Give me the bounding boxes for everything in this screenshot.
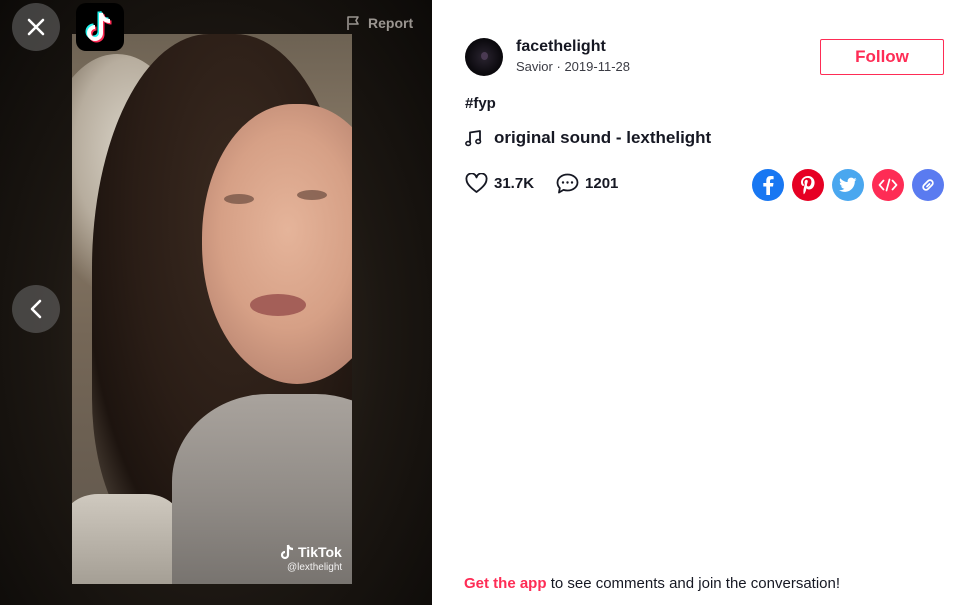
follow-button[interactable]: Follow xyxy=(820,39,944,75)
comment-icon xyxy=(556,173,579,194)
video-player[interactable] xyxy=(72,34,352,584)
author-avatar[interactable] xyxy=(465,38,503,76)
close-button[interactable] xyxy=(12,3,60,51)
get-app-banner: Get the app to see comments and join the… xyxy=(464,575,840,592)
embed-code-icon xyxy=(878,178,898,192)
pinterest-share[interactable] xyxy=(792,169,824,201)
video-watermark: TikTok @lexthelight xyxy=(280,544,342,573)
tiktok-logo-icon xyxy=(85,11,112,43)
hashtag-link[interactable]: #fyp xyxy=(465,95,496,112)
music-title: original sound - lexthelight xyxy=(494,128,712,147)
music-note-icon xyxy=(465,129,482,146)
like-button[interactable]: 31.7K xyxy=(465,173,534,194)
heart-icon xyxy=(465,173,488,193)
report-button[interactable]: Report xyxy=(346,15,413,31)
facebook-icon xyxy=(763,176,774,195)
get-app-message: to see comments and join the conversatio… xyxy=(550,575,841,592)
close-icon xyxy=(27,18,45,36)
facebook-share[interactable] xyxy=(752,169,784,201)
video-viewer: Report TikTok @lexthelight xyxy=(0,0,432,605)
tiktok-logo[interactable] xyxy=(76,3,124,51)
pinterest-icon xyxy=(801,176,815,195)
twitter-icon xyxy=(839,177,857,192)
separator: · xyxy=(556,59,561,74)
author-subline: Savior · 2019-11-28 xyxy=(516,59,630,74)
previous-video-button[interactable] xyxy=(12,285,60,333)
music-link[interactable]: original sound - lexthelight xyxy=(465,128,711,148)
share-buttons xyxy=(752,169,944,201)
comment-button[interactable]: 1201 xyxy=(556,173,618,194)
flag-icon xyxy=(347,16,359,30)
like-count: 31.7K xyxy=(494,175,535,192)
chevron-left-icon xyxy=(30,299,42,319)
author-username[interactable]: facethelight xyxy=(516,38,606,56)
comment-count: 1201 xyxy=(585,175,619,192)
engagement-stats: 31.7K 1201 xyxy=(465,173,640,194)
tiktok-note-icon xyxy=(280,544,294,560)
link-icon xyxy=(922,179,934,191)
copy-link-share[interactable] xyxy=(912,169,944,201)
report-label: Report xyxy=(368,15,414,31)
post-date: 2019-11-28 xyxy=(564,59,630,74)
watermark-brand: TikTok xyxy=(298,544,342,560)
get-the-app-link[interactable]: Get the app xyxy=(464,575,547,592)
video-detail-page: Report TikTok @lexthelight facethelight … xyxy=(0,0,968,605)
twitter-share[interactable] xyxy=(832,169,864,201)
author-nickname: Savior xyxy=(516,59,553,74)
embed-share[interactable] xyxy=(872,169,904,201)
watermark-handle: @lexthelight xyxy=(287,562,343,573)
